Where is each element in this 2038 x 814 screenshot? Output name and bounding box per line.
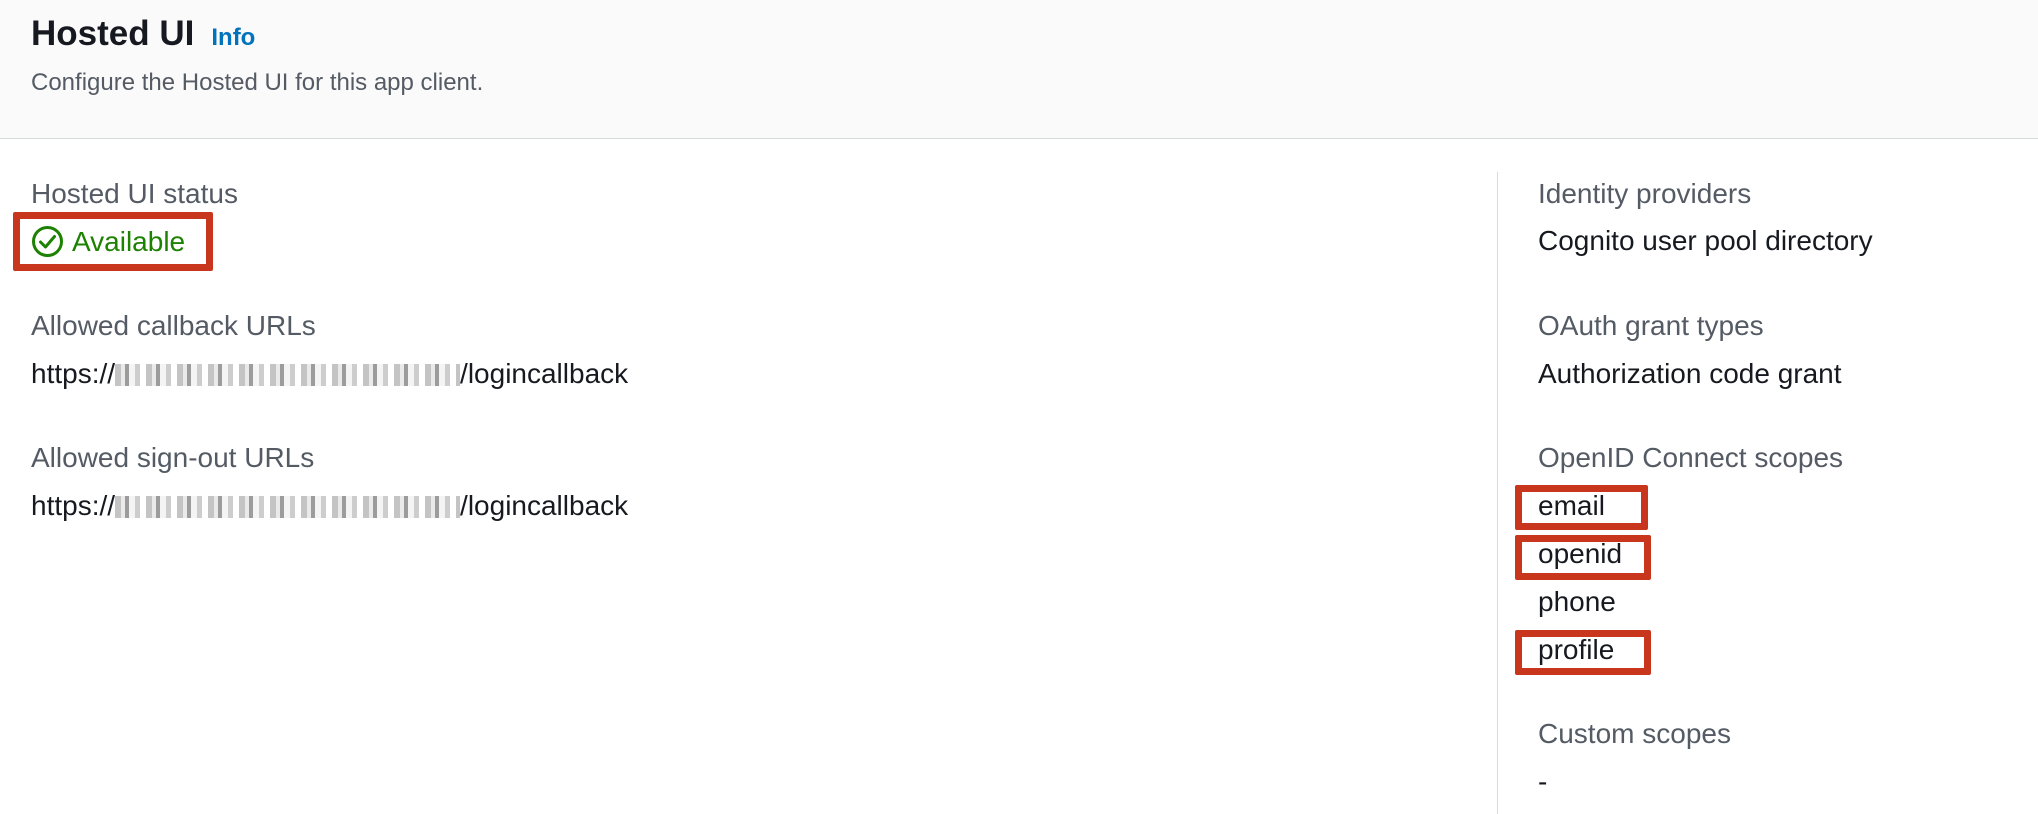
status-text: Available: [72, 225, 186, 257]
signout-url-value: https:// /logincallback: [31, 490, 628, 522]
title-row: Hosted UI Info: [31, 14, 255, 54]
signout-url-suffix: /logincallback: [460, 490, 629, 521]
check-circle-icon: [31, 225, 64, 258]
redacted-domain: [115, 364, 461, 386]
oauth-grant-types-label: OAuth grant types: [1538, 310, 1764, 341]
signout-url-prefix: https://: [31, 490, 116, 521]
page-subtitle: Configure the Hosted UI for this app cli…: [31, 69, 484, 96]
scope-item-phone: phone: [1538, 586, 1616, 617]
scope-item-email: email: [1538, 490, 1605, 521]
info-link[interactable]: Info: [211, 24, 255, 52]
hosted-ui-status-label: Hosted UI status: [31, 178, 238, 209]
status-badge: Available: [31, 225, 185, 258]
page-header: Hosted UI Info Configure the Hosted UI f…: [0, 0, 2038, 139]
redacted-domain: [115, 496, 461, 518]
scope-item-openid: openid: [1538, 538, 1623, 569]
page-title: Hosted UI: [31, 14, 195, 53]
signout-urls-label: Allowed sign-out URLs: [31, 442, 315, 473]
column-divider: [1497, 172, 1498, 814]
openid-scopes-label: OpenID Connect scopes: [1538, 442, 1844, 473]
callback-url-suffix: /logincallback: [460, 358, 629, 389]
custom-scopes-label: Custom scopes: [1538, 718, 1731, 749]
identity-providers-value: Cognito user pool directory: [1538, 225, 1873, 256]
scope-item-profile: profile: [1538, 634, 1615, 665]
callback-urls-label: Allowed callback URLs: [31, 310, 316, 341]
identity-providers-label: Identity providers: [1538, 178, 1752, 209]
custom-scopes-value: -: [1538, 766, 1548, 797]
callback-url-value: https:// /logincallback: [31, 358, 628, 390]
oauth-grant-types-value: Authorization code grant: [1538, 358, 1842, 389]
callback-url-prefix: https://: [31, 358, 116, 389]
